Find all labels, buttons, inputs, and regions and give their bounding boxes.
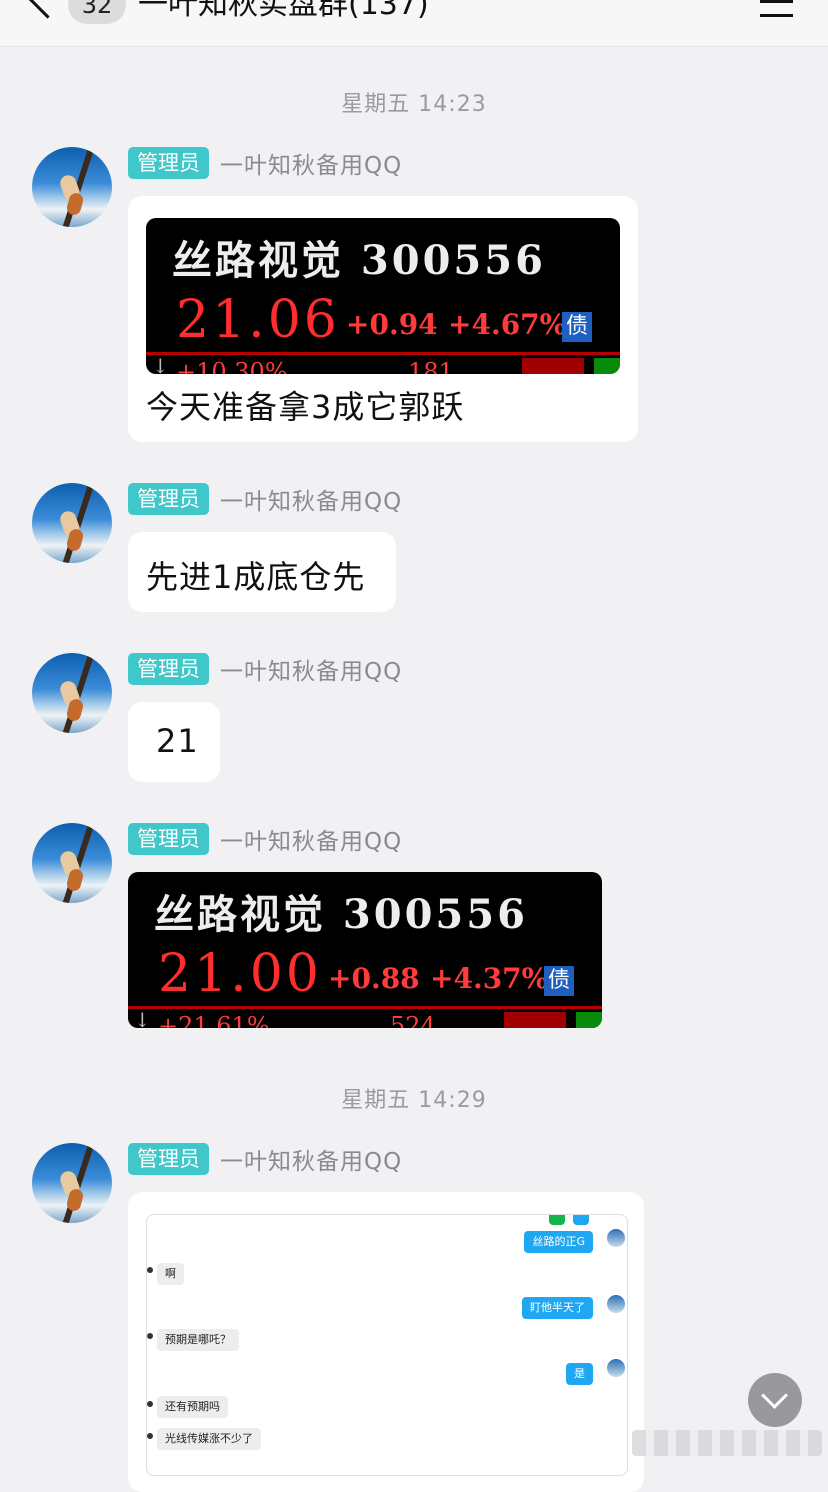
chat-bubble-sent: 是: [566, 1363, 593, 1385]
stock-price: 21.06: [176, 290, 340, 350]
avatar: [147, 1433, 153, 1439]
avatar: [147, 1333, 153, 1339]
avatar: [147, 1401, 153, 1407]
sender-name[interactable]: 一叶知秋备用QQ: [220, 1142, 402, 1176]
role-badge: 管理员: [128, 147, 209, 179]
arrow-icon: ↓: [152, 354, 169, 374]
stock-bottom-mid: 181: [408, 358, 454, 374]
more-icon: [597, 1215, 613, 1225]
timestamp: 星期五 14:23: [341, 92, 487, 117]
chat-bubble-received: 还有预期吗: [157, 1396, 228, 1418]
avatar: [607, 1359, 625, 1377]
sender-line: 管理员 一叶知秋备用QQ: [128, 823, 402, 855]
divider-line: [146, 352, 620, 355]
chat-bubble-received: 光线传媒涨不少了: [157, 1428, 261, 1450]
message-text: 21: [156, 722, 199, 760]
chat-bubble-received: 啊: [157, 1263, 184, 1285]
avatar: [607, 1295, 625, 1313]
chat-header: 32 一叶知秋实盘群(137): [0, 0, 828, 47]
chat-screenshot-image[interactable]: 丝路的正G 啊 盯他半天了 预期是哪吒？ 是 还有预期吗 光线传媒涨不少了: [146, 1214, 628, 1476]
role-badge: 管理员: [128, 483, 209, 515]
message-text: 先进1成底仓先: [146, 558, 366, 596]
sender-name[interactable]: 一叶知秋备用QQ: [220, 482, 402, 516]
avatar[interactable]: [32, 483, 112, 563]
watermark: [632, 1430, 822, 1456]
green-block: [594, 358, 620, 374]
chat-bubble-sent: 盯他半天了: [522, 1297, 593, 1319]
sender-line: 管理员 一叶知秋备用QQ: [128, 653, 402, 685]
stock-quote-image[interactable]: 丝路视觉 300556 21.06 +0.94 +4.67% 债 ↓ +10.3…: [146, 218, 620, 374]
role-badge: 管理员: [128, 653, 209, 685]
divider-line: [128, 1006, 602, 1009]
avatar[interactable]: [32, 823, 112, 903]
scroll-to-bottom-button[interactable]: [748, 1373, 802, 1427]
chat-bubble-received: 预期是哪吒？: [157, 1329, 239, 1351]
avatar[interactable]: [32, 1143, 112, 1223]
stock-percent: +4.67%: [448, 308, 567, 341]
stock-price: 21.00: [158, 944, 322, 1004]
stock-percent: +4.37%: [430, 962, 549, 995]
message-bubble[interactable]: 先进1成底仓先: [128, 532, 396, 612]
video-icon: [573, 1215, 589, 1225]
chevron-down-icon: [761, 1382, 788, 1409]
avatar: [147, 1267, 153, 1273]
red-block: [504, 1012, 566, 1028]
stock-name: 丝路视觉 300556: [154, 891, 528, 938]
role-badge: 管理员: [128, 1143, 209, 1175]
red-block: [522, 358, 584, 374]
avatar: [607, 1229, 625, 1247]
avatar[interactable]: [32, 653, 112, 733]
avatar[interactable]: [32, 147, 112, 227]
sender-line: 管理员 一叶知秋备用QQ: [128, 1143, 402, 1175]
phone-icon: [549, 1215, 565, 1225]
green-block: [576, 1012, 602, 1028]
bond-tag: 债: [544, 966, 574, 996]
sender-name[interactable]: 一叶知秋备用QQ: [220, 822, 402, 856]
sender-name[interactable]: 一叶知秋备用QQ: [220, 146, 402, 180]
role-badge: 管理员: [128, 823, 209, 855]
stock-change: +0.88: [328, 962, 420, 995]
chat-bubble-sent: 丝路的正G: [524, 1231, 593, 1253]
bond-tag: 债: [562, 312, 592, 342]
stock-bottom-left: +10.30%: [176, 358, 288, 374]
sender-line: 管理员 一叶知秋备用QQ: [128, 483, 402, 515]
sender-name[interactable]: 一叶知秋备用QQ: [220, 652, 402, 686]
message-text: 今天准备拿3成它郭跃: [146, 388, 465, 426]
timestamp: 星期五 14:29: [341, 1088, 487, 1113]
message-bubble[interactable]: 丝路视觉 300556 21.06 +0.94 +4.67% 债 ↓ +10.3…: [128, 196, 638, 442]
arrow-icon: ↓: [134, 1008, 151, 1028]
chevron-left-icon[interactable]: [28, 0, 67, 19]
unread-count-badge[interactable]: 32: [68, 0, 126, 24]
sender-line: 管理员 一叶知秋备用QQ: [128, 147, 402, 179]
chat-title: 一叶知秋实盘群(137): [138, 0, 429, 22]
stock-bottom-left: +21.61%: [158, 1012, 270, 1028]
stock-change: +0.94: [346, 308, 438, 341]
message-bubble[interactable]: 21: [128, 702, 220, 782]
hamburger-menu-icon[interactable]: [760, 0, 793, 18]
call-icons: [549, 1215, 613, 1225]
stock-bottom-mid: 524: [390, 1012, 436, 1028]
stock-quote-image[interactable]: 丝路视觉 300556 21.00 +0.88 +4.37% 债 ↓ +21.6…: [128, 872, 602, 1028]
stock-name: 丝路视觉 300556: [172, 237, 546, 284]
